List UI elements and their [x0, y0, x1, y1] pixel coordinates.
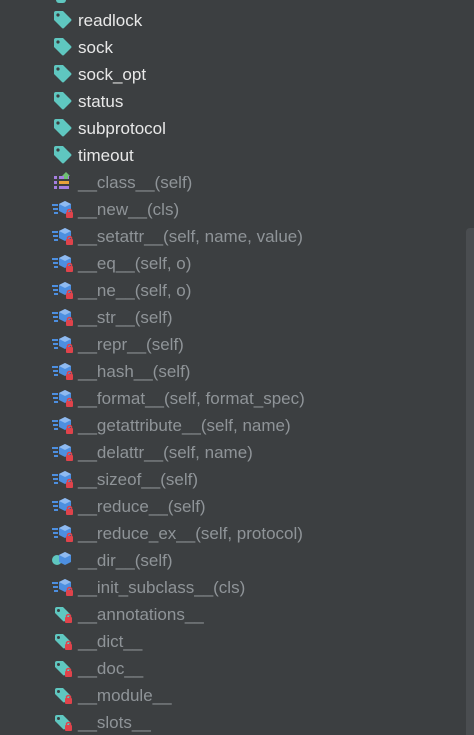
locked-method-icon: [52, 199, 74, 219]
member-item[interactable]: __slots__: [0, 709, 466, 735]
member-label: sock_opt: [78, 65, 147, 84]
member-item[interactable]: timeout: [0, 142, 466, 169]
member-item[interactable]: __repr__(self): [0, 331, 466, 358]
member-item[interactable]: __format__(self, format_spec): [0, 385, 466, 412]
member-item[interactable]: sock: [0, 34, 466, 61]
member-label: __reduce__(self): [78, 497, 206, 516]
member-item[interactable]: __reduce_ex__(self, protocol): [0, 520, 466, 547]
structure-member-list[interactable]: readlock sock sock_optstatus subprotocol tim…: [0, 7, 466, 735]
locked-method-icon: [52, 280, 74, 300]
property-icon: [52, 172, 74, 192]
locked-method-icon: [52, 334, 74, 354]
tag-field-icon: [52, 37, 74, 57]
previous-item-icon-edge: [56, 0, 66, 3]
locked-method-icon: [52, 307, 74, 327]
vertical-scrollbar[interactable]: [466, 228, 474, 735]
member-label: readlock: [78, 11, 143, 30]
member-label: __class__(self): [78, 173, 193, 192]
member-label: __new__(cls): [78, 200, 180, 219]
member-item[interactable]: __module__: [0, 682, 466, 709]
member-label: __repr__(self): [78, 335, 184, 354]
member-label: subprotocol: [78, 119, 166, 138]
member-label: sock: [78, 38, 113, 57]
member-item[interactable]: __setattr__(self, name, value): [0, 223, 466, 250]
locked-method-icon: [52, 388, 74, 408]
member-item[interactable]: sock_opt: [0, 61, 466, 88]
member-label: __delattr__(self, name): [78, 443, 253, 462]
locked-method-icon: [52, 415, 74, 435]
member-label: __dir__(self): [78, 551, 173, 570]
member-label: __doc__: [78, 659, 144, 678]
member-label: __annotations__: [78, 605, 204, 624]
member-item[interactable]: __ne__(self, o): [0, 277, 466, 304]
member-item[interactable]: __new__(cls): [0, 196, 466, 223]
tag-field-icon: [52, 91, 74, 111]
member-label: __eq__(self, o): [78, 254, 192, 273]
member-item[interactable]: __eq__(self, o): [0, 250, 466, 277]
member-label: timeout: [78, 146, 134, 165]
member-item[interactable]: status: [0, 88, 466, 115]
variable-icon: [52, 685, 74, 705]
member-item[interactable]: subprotocol: [0, 115, 466, 142]
member-label: __init_subclass__(cls): [78, 578, 246, 597]
member-label: __module__: [78, 686, 172, 705]
member-item[interactable]: __getattribute__(self, name): [0, 412, 466, 439]
member-item[interactable]: __hash__(self): [0, 358, 466, 385]
member-label: __str__(self): [78, 308, 173, 327]
tag-field-icon: [52, 10, 74, 30]
tag-field-icon: [52, 145, 74, 165]
locked-method-icon: [52, 442, 74, 462]
member-item[interactable]: __annotations__: [0, 601, 466, 628]
member-label: __sizeof__(self): [78, 470, 199, 489]
member-label: __ne__(self, o): [78, 281, 192, 300]
tag-field-icon: [52, 64, 74, 84]
member-item[interactable]: __doc__: [0, 655, 466, 682]
variable-icon: [52, 658, 74, 678]
locked-method-icon: [52, 577, 74, 597]
member-label: __hash__(self): [78, 362, 191, 381]
locked-method-icon: [52, 523, 74, 543]
member-item[interactable]: __class__(self): [0, 169, 466, 196]
member-label: __slots__: [78, 713, 151, 732]
member-item[interactable]: __dict__: [0, 628, 466, 655]
member-item[interactable]: __delattr__(self, name): [0, 439, 466, 466]
member-label: __getattribute__(self, name): [78, 416, 291, 435]
variable-icon: [52, 631, 74, 651]
locked-method-icon: [52, 253, 74, 273]
locked-method-icon: [52, 226, 74, 246]
member-item[interactable]: __init_subclass__(cls): [0, 574, 466, 601]
member-label: __reduce_ex__(self, protocol): [78, 524, 303, 543]
tag-field-icon: [52, 118, 74, 138]
variable-icon: [52, 712, 74, 732]
member-item[interactable]: __dir__(self): [0, 547, 466, 574]
variable-icon: [52, 604, 74, 624]
member-label: __setattr__(self, name, value): [78, 227, 303, 246]
member-label: __dict__: [78, 632, 143, 651]
member-item[interactable]: __reduce__(self): [0, 493, 466, 520]
member-label: status: [78, 92, 124, 111]
locked-method-icon: [52, 361, 74, 381]
locked-method-icon: [52, 496, 74, 516]
method-icon: [52, 550, 74, 570]
locked-method-icon: [52, 469, 74, 489]
member-label: __format__(self, format_spec): [78, 389, 305, 408]
member-item[interactable]: readlock: [0, 7, 466, 34]
member-item[interactable]: __str__(self): [0, 304, 466, 331]
member-item[interactable]: __sizeof__(self): [0, 466, 466, 493]
